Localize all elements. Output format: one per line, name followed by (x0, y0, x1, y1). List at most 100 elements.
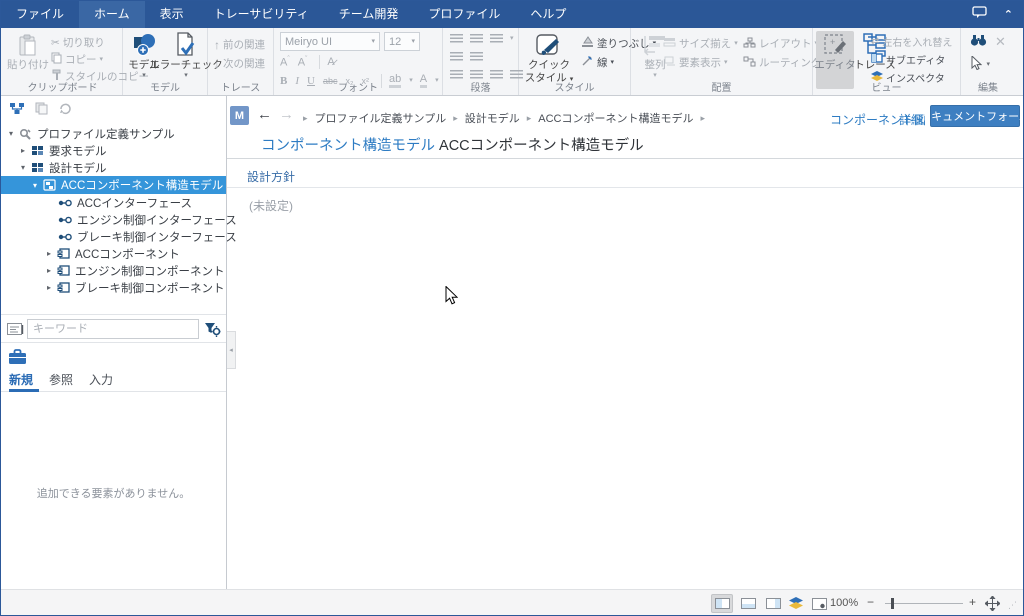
layout-icon (743, 37, 756, 51)
section-value[interactable]: (未設定) (249, 197, 293, 214)
tab-new[interactable]: 新規 (9, 371, 33, 388)
bullet-list-icon[interactable] (450, 34, 463, 44)
tab-traceability[interactable]: トレーサビリティ (199, 1, 324, 28)
tab-team[interactable]: チーム開発 (324, 1, 414, 28)
toolbox-icon[interactable] (8, 349, 27, 370)
document-form-button[interactable]: ドキュメントフォーム (930, 105, 1020, 127)
resize-grip[interactable]: ⋰ (1008, 600, 1018, 610)
diagram-view-icon[interactable] (789, 597, 803, 615)
tree-item-brake-interface[interactable]: ブレーキ制御インターフェース (1, 228, 226, 245)
model-name-label: ACCコンポーネント構造モデル (439, 138, 644, 154)
tree-item-engine-component[interactable]: エンジン制御コンポーネント (1, 262, 226, 279)
breadcrumb-separator-icon (303, 112, 308, 124)
tree-item-acc-structure-model[interactable]: ACCコンポーネント構造モデル (1, 176, 226, 194)
tree-item-design-model[interactable]: 設計モデル (1, 159, 226, 176)
empty-message: 追加できる要素がありません。 (1, 485, 226, 501)
single-pane-button[interactable] (711, 594, 733, 613)
tree-label: エンジン制御コンポーネント (75, 263, 225, 279)
expander-icon[interactable] (43, 266, 55, 275)
forward-button[interactable] (279, 106, 294, 123)
tree-label: ブレーキ制御インターフェース (77, 229, 237, 245)
tree-item-brake-component[interactable]: ブレーキ制御コンポーネント (1, 279, 226, 296)
tree-item-acc-component[interactable]: ACCコンポーネント (1, 245, 226, 262)
vertical-split-button[interactable] (762, 594, 784, 613)
element-display-button[interactable]: 要素表示▾ (663, 55, 728, 70)
copy-tree-icon[interactable] (35, 102, 49, 120)
expander-icon[interactable] (43, 283, 55, 292)
zoom-out-button[interactable] (867, 595, 874, 609)
numbered-list-icon[interactable] (470, 34, 483, 44)
tab-help[interactable]: ヘルプ (515, 1, 581, 28)
keyword-type-icon[interactable] (7, 322, 24, 341)
filter-icon[interactable] (204, 321, 221, 342)
tree-item-profile-sample[interactable]: プロファイル定義サンプル (1, 125, 226, 142)
single-pane-icon (715, 598, 730, 609)
tree-item-engine-interface[interactable]: エンジン制御インターフェース (1, 211, 226, 228)
select-cursor-button[interactable]: ▾ (971, 56, 990, 75)
diagram-icon (41, 179, 57, 191)
sidebar-collapse-handle[interactable] (227, 331, 236, 369)
error-check-button[interactable]: エラーチェック ▾ (163, 31, 209, 79)
tab-home[interactable]: ホーム (79, 1, 145, 28)
swap-button[interactable]: 左右を入れ替え (871, 34, 952, 49)
font-family-select[interactable]: Meiryo UI▾ (280, 32, 380, 51)
keyword-input[interactable] (27, 319, 199, 339)
swap-label: 左右を入れ替え (882, 34, 952, 49)
font-size-select[interactable]: 12▾ (384, 32, 420, 51)
tree-item-acc-interface[interactable]: ACCインターフェース (1, 194, 226, 211)
clear-format-icon[interactable]: A̷ (327, 56, 334, 68)
find-icon[interactable] (970, 34, 987, 52)
paste-icon (18, 31, 38, 58)
size-align-button[interactable]: サイズ揃え▾ (663, 36, 738, 51)
copy-button[interactable]: コピー▾ (51, 52, 103, 67)
collapse-ribbon-icon[interactable] (1004, 8, 1013, 21)
model-tree-icon[interactable] (9, 102, 25, 120)
ribbon-group-trace: 前の関連 次の関連 トレース (208, 28, 274, 95)
sync-icon[interactable] (59, 102, 72, 120)
breadcrumb-separator-icon (527, 112, 532, 124)
feedback-icon[interactable] (972, 6, 988, 24)
expander-icon[interactable] (29, 181, 41, 190)
shrink-font-button[interactable]: Aˇ (298, 56, 308, 69)
tab-file[interactable]: ファイル (1, 1, 79, 28)
breadcrumb-item[interactable]: 設計モデル (465, 110, 520, 126)
next-relation-button[interactable]: 次の関連 (214, 56, 265, 71)
line-button[interactable]: 線▾ (581, 55, 614, 70)
cut-button[interactable]: 切り取り (51, 35, 105, 50)
expander-icon[interactable] (43, 249, 55, 258)
sub-editor-button[interactable]: サブエディタ (871, 52, 945, 67)
breadcrumb-item[interactable]: ACCコンポーネント構造モデル (538, 110, 693, 126)
horizontal-split-button[interactable] (737, 594, 759, 613)
font-family-value: Meiryo UI (285, 36, 332, 48)
decrease-indent-icon[interactable] (450, 52, 463, 62)
delete-icon[interactable] (995, 34, 1006, 50)
tab-profile[interactable]: プロファイル (413, 1, 515, 28)
expander-icon[interactable] (17, 163, 29, 172)
zoom-in-button[interactable] (969, 595, 976, 609)
quick-style-button[interactable]: クイック スタイル ▾ (523, 31, 575, 84)
tree-label: 設計モデル (49, 160, 107, 176)
breadcrumb-item[interactable]: プロファイル定義サンプル (315, 110, 447, 126)
increase-indent-icon[interactable] (470, 52, 483, 62)
profile-icon (17, 128, 33, 140)
model-button[interactable]: モデル ▾ (123, 31, 165, 79)
tab-view[interactable]: 表示 (145, 1, 199, 28)
tab-input[interactable]: 入力 (89, 371, 113, 388)
zoom-slider-handle[interactable] (891, 598, 894, 609)
font-size-row: Aˆ Aˇ A̷ (280, 55, 340, 69)
prev-relation-button[interactable]: 前の関連 (214, 37, 265, 52)
tree-item-requirement-model[interactable]: 要求モデル (1, 142, 226, 159)
layout-button[interactable]: レイアウト▾ (743, 36, 818, 51)
zoom-slider-track[interactable] (885, 603, 963, 604)
paste-button[interactable]: 貼り付け (7, 31, 49, 72)
back-button[interactable] (257, 106, 272, 123)
multilevel-list-icon[interactable] (490, 34, 503, 44)
tab-reference[interactable]: 参照 (49, 371, 73, 388)
size-align-icon (663, 37, 676, 50)
expander-icon[interactable] (5, 129, 17, 138)
expander-icon[interactable] (17, 146, 29, 155)
preview-pane-icon[interactable] (812, 597, 827, 615)
fit-to-screen-icon[interactable] (985, 596, 1000, 616)
grow-font-button[interactable]: Aˆ (280, 56, 290, 69)
interface-icon (57, 233, 73, 241)
